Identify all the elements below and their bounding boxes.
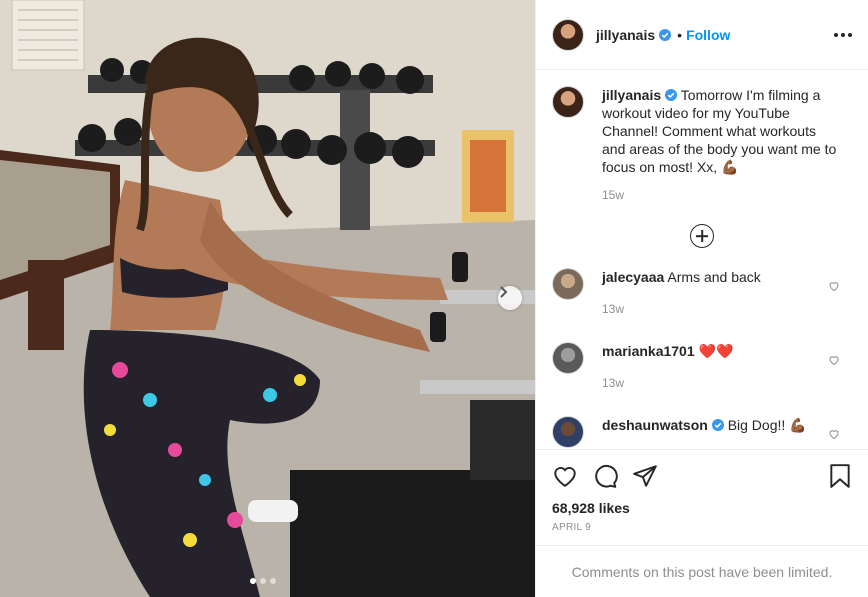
follow-button[interactable]: Follow: [686, 27, 730, 43]
share-button[interactable]: [632, 456, 672, 496]
caption-timestamp[interactable]: 15w: [602, 188, 852, 202]
share-icon: [633, 465, 657, 487]
commenter-username[interactable]: marianka1701: [602, 343, 695, 359]
comment-button[interactable]: [592, 456, 632, 496]
heart-icon[interactable]: [828, 354, 840, 366]
comment-text: Arms and back: [667, 269, 761, 285]
action-bar: [552, 456, 852, 496]
commenter-username[interactable]: jalecyaaa: [602, 269, 664, 285]
commenter-avatar[interactable]: [552, 342, 584, 374]
comment-body: jalecyaaa Arms and back 13w: [602, 268, 827, 318]
next-photo-button[interactable]: [498, 286, 522, 310]
comment-text: ❤️❤️: [698, 343, 734, 359]
like-button[interactable]: [552, 456, 592, 496]
caption-avatar[interactable]: [552, 86, 584, 118]
comment-item: marianka1701 ❤️❤️ 13w: [552, 342, 852, 392]
post-caption: jillyanais Tomorrow I'm filming a workou…: [552, 86, 852, 176]
more-options-icon[interactable]: [834, 32, 852, 37]
post-date[interactable]: APRIL 9: [552, 522, 852, 533]
post-header: jillyanais • Follow: [536, 0, 868, 70]
comment-body: marianka1701 ❤️❤️ 13w: [602, 342, 827, 392]
author-username[interactable]: jillyanais: [596, 27, 655, 43]
comment-item: jalecyaaa Arms and back 13w: [552, 268, 852, 318]
commenter-avatar[interactable]: [552, 268, 584, 300]
instagram-post: jillyanais • Follow jillyanais Tomorrow …: [0, 0, 868, 597]
save-button[interactable]: [812, 456, 852, 496]
bookmark-icon: [830, 464, 850, 488]
carousel-dot: [250, 578, 256, 584]
comment-item: deshaunwatson Big Dog!! 💪🏾: [552, 416, 852, 448]
post-actions: 68,928 likes APRIL 9 Comments on this po…: [536, 449, 868, 597]
comment-timestamp[interactable]: 13w: [602, 300, 827, 318]
verified-badge-icon: [665, 89, 678, 101]
likes-count[interactable]: 68,928 likes: [552, 500, 852, 516]
load-more-comments-button[interactable]: [552, 224, 852, 248]
post-photo[interactable]: [0, 0, 535, 597]
comment-timestamp[interactable]: 13w: [602, 374, 827, 392]
comment-body: deshaunwatson Big Dog!! 💪🏾: [602, 416, 827, 434]
load-more-comments-icon: [690, 224, 714, 248]
caption-username[interactable]: jillyanais: [602, 87, 661, 103]
carousel-dot: [260, 578, 266, 584]
comment-icon: [595, 464, 618, 488]
caption-body: jillyanais Tomorrow I'm filming a workou…: [602, 86, 842, 176]
comment-text: Big Dog!! 💪🏾: [727, 417, 807, 433]
heart-icon[interactable]: [828, 428, 840, 440]
next-arrow-icon: [500, 286, 508, 298]
verified-badge-icon: [711, 419, 724, 431]
post-sidebar: jillyanais • Follow jillyanais Tomorrow …: [535, 0, 868, 597]
author-avatar[interactable]: [552, 18, 584, 51]
verified-badge-icon: [659, 28, 672, 41]
heart-icon[interactable]: [828, 280, 840, 292]
commenter-avatar[interactable]: [552, 416, 584, 448]
comments-section[interactable]: jillyanais Tomorrow I'm filming a workou…: [536, 70, 868, 449]
carousel-indicator: [250, 578, 276, 584]
commenter-username[interactable]: deshaunwatson: [602, 417, 708, 433]
carousel-dot: [270, 578, 276, 584]
workout-photo: [0, 0, 535, 597]
header-separator: •: [677, 26, 683, 43]
comments-limited-notice: Comments on this post have been limited.: [536, 545, 868, 597]
heart-icon: [554, 467, 576, 487]
